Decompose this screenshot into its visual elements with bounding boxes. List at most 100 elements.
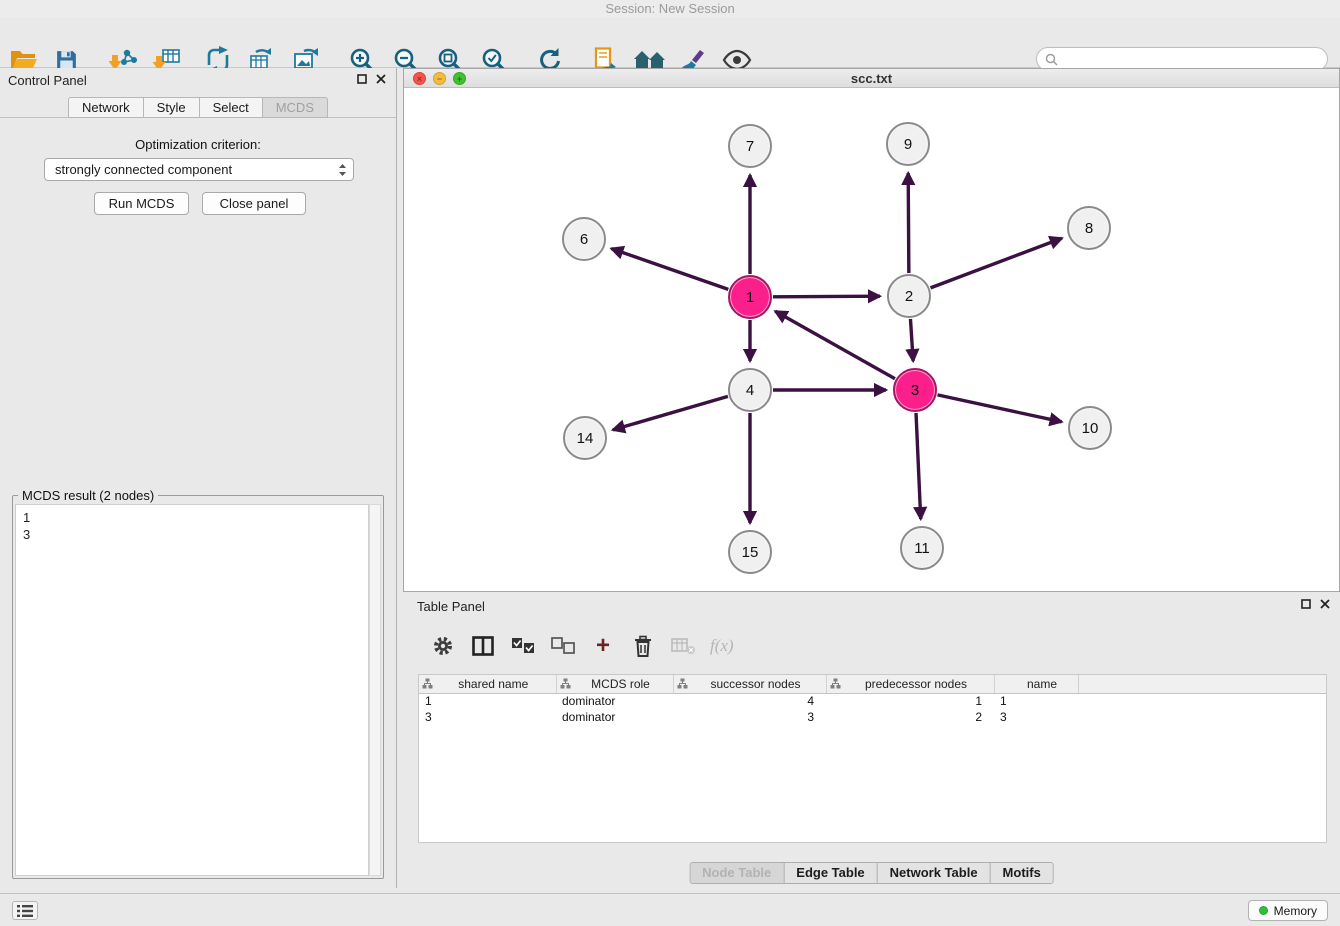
graph-node-15[interactable]: 15 bbox=[728, 530, 772, 574]
mcds-result-title: MCDS result (2 nodes) bbox=[18, 488, 158, 503]
main-toolbar bbox=[0, 17, 1340, 68]
column-tree-icon bbox=[560, 678, 571, 692]
float-table-panel-icon[interactable] bbox=[1301, 599, 1311, 609]
tab-mcds[interactable]: MCDS bbox=[263, 97, 328, 118]
table-cell: 1 bbox=[419, 693, 556, 709]
control-panel-header: Control Panel bbox=[0, 68, 396, 92]
table-cell-filler bbox=[1078, 709, 1326, 725]
graph-node-2[interactable]: 2 bbox=[887, 274, 931, 318]
create-column-icon[interactable]: + bbox=[590, 633, 616, 659]
memory-button[interactable]: Memory bbox=[1248, 900, 1328, 921]
tab-network[interactable]: Network bbox=[68, 97, 144, 118]
search-icon bbox=[1045, 53, 1058, 66]
window-zoom-icon[interactable]: + bbox=[453, 72, 466, 85]
memory-label: Memory bbox=[1274, 904, 1317, 918]
edge-layer bbox=[404, 88, 1339, 591]
graph-node-1[interactable]: 1 bbox=[728, 275, 772, 319]
column-tree-icon bbox=[677, 678, 688, 692]
graph-edge-3-11[interactable] bbox=[916, 413, 921, 519]
column-header-mcds-role[interactable]: MCDS role bbox=[556, 675, 673, 693]
tab-network-table[interactable]: Network Table bbox=[877, 863, 990, 883]
column-header-filler bbox=[1078, 675, 1326, 693]
graph-node-9[interactable]: 9 bbox=[886, 122, 930, 166]
tab-edge-table[interactable]: Edge Table bbox=[783, 863, 876, 883]
node-table[interactable]: shared name MCDS role successor nodes pr… bbox=[418, 674, 1327, 843]
task-history-button[interactable] bbox=[12, 901, 38, 920]
table-header-row: shared name MCDS role successor nodes pr… bbox=[419, 675, 1326, 693]
close-panel-button[interactable]: Close panel bbox=[202, 192, 306, 215]
column-header-predecessor-nodes[interactable]: predecessor nodes bbox=[826, 675, 994, 693]
run-mcds-button[interactable]: Run MCDS bbox=[94, 192, 189, 215]
dropdown-stepper-icon bbox=[338, 163, 347, 177]
table-cell: 1 bbox=[994, 693, 1078, 709]
table-panel: Table Panel + f(x) bbox=[403, 593, 1340, 890]
graph-node-11[interactable]: 11 bbox=[900, 526, 944, 570]
graph-edge-3-1[interactable] bbox=[775, 311, 895, 378]
node-table-body: 1dominator4113dominator323 bbox=[419, 693, 1326, 725]
network-title: scc.txt bbox=[851, 71, 892, 86]
graph-node-8[interactable]: 8 bbox=[1067, 206, 1111, 250]
tab-style[interactable]: Style bbox=[144, 97, 200, 118]
graph-edge-3-10[interactable] bbox=[937, 395, 1061, 422]
table-toolbar: + f(x) bbox=[418, 631, 1327, 661]
window-title: Session: New Session bbox=[605, 1, 734, 16]
delete-rows-trash-icon[interactable] bbox=[630, 633, 656, 659]
graph-node-7[interactable]: 7 bbox=[728, 124, 772, 168]
optimization-criterion-label: Optimization criterion: bbox=[0, 137, 396, 152]
table-cell: dominator bbox=[556, 693, 673, 709]
graph-edge-2-3[interactable] bbox=[910, 319, 913, 361]
close-table-panel-icon[interactable] bbox=[1320, 599, 1330, 609]
control-panel-tabs: Network Style Select MCDS bbox=[0, 97, 396, 118]
control-panel-title: Control Panel bbox=[8, 73, 87, 88]
column-header-successor-nodes[interactable]: successor nodes bbox=[673, 675, 826, 693]
float-panel-icon[interactable] bbox=[357, 74, 367, 84]
control-panel: Control Panel Network Style Select MCDS … bbox=[0, 68, 397, 888]
graph-edge-2-8[interactable] bbox=[931, 238, 1062, 288]
network-window-titlebar[interactable]: × − + scc.txt bbox=[404, 69, 1339, 88]
select-all-columns-icon[interactable] bbox=[510, 633, 536, 659]
graph-node-10[interactable]: 10 bbox=[1068, 406, 1112, 450]
graph-edge-4-14[interactable] bbox=[613, 396, 728, 429]
table-panel-tabs: Node Table Edge Table Network Table Moti… bbox=[689, 862, 1054, 884]
criterion-dropdown-value: strongly connected component bbox=[55, 162, 338, 177]
table-cell: 3 bbox=[419, 709, 556, 725]
mcds-result-body: 1 3 bbox=[15, 504, 369, 876]
table-panel-header: Table Panel bbox=[403, 593, 1340, 617]
table-cell: 3 bbox=[673, 709, 826, 725]
window-minimize-icon[interactable]: − bbox=[433, 72, 446, 85]
column-header-shared-name[interactable]: shared name bbox=[419, 675, 556, 693]
graph-edge-2-9[interactable] bbox=[908, 173, 909, 273]
column-header-name[interactable]: name bbox=[994, 675, 1078, 693]
table-row[interactable]: 3dominator323 bbox=[419, 709, 1326, 725]
close-panel-icon[interactable] bbox=[376, 74, 386, 84]
delete-column-icon bbox=[670, 633, 696, 659]
app-titlebar: Session: New Session bbox=[0, 0, 1340, 17]
mcds-result-line: 1 bbox=[23, 509, 361, 526]
memory-status-icon bbox=[1259, 906, 1268, 915]
window-close-icon[interactable]: × bbox=[413, 72, 426, 85]
mcds-result-line: 3 bbox=[23, 526, 361, 543]
network-canvas[interactable]: 7 9 6 8 1 2 4 3 14 10 15 11 bbox=[404, 88, 1339, 591]
tab-select[interactable]: Select bbox=[200, 97, 263, 118]
unselect-all-columns-icon[interactable] bbox=[550, 633, 576, 659]
list-icon bbox=[17, 905, 33, 917]
table-cell: 4 bbox=[673, 693, 826, 709]
table-row[interactable]: 1dominator411 bbox=[419, 693, 1326, 709]
tab-node-table[interactable]: Node Table bbox=[690, 863, 783, 883]
table-cell: 3 bbox=[994, 709, 1078, 725]
graph-node-4[interactable]: 4 bbox=[728, 368, 772, 412]
graph-node-6[interactable]: 6 bbox=[562, 217, 606, 261]
graph-node-3[interactable]: 3 bbox=[893, 368, 937, 412]
search-input[interactable] bbox=[1063, 52, 1319, 66]
graph-edge-1-6[interactable] bbox=[611, 249, 728, 290]
criterion-dropdown[interactable]: strongly connected component bbox=[44, 158, 354, 181]
table-cell-filler bbox=[1078, 693, 1326, 709]
table-cell: dominator bbox=[556, 709, 673, 725]
column-tree-icon bbox=[830, 678, 841, 692]
table-settings-gear-icon[interactable] bbox=[430, 633, 456, 659]
graph-node-14[interactable]: 14 bbox=[563, 416, 607, 460]
show-columns-icon[interactable] bbox=[470, 633, 496, 659]
tab-motifs[interactable]: Motifs bbox=[990, 863, 1053, 883]
result-scrollbar[interactable] bbox=[369, 504, 381, 876]
graph-edge-1-2[interactable] bbox=[773, 296, 880, 297]
